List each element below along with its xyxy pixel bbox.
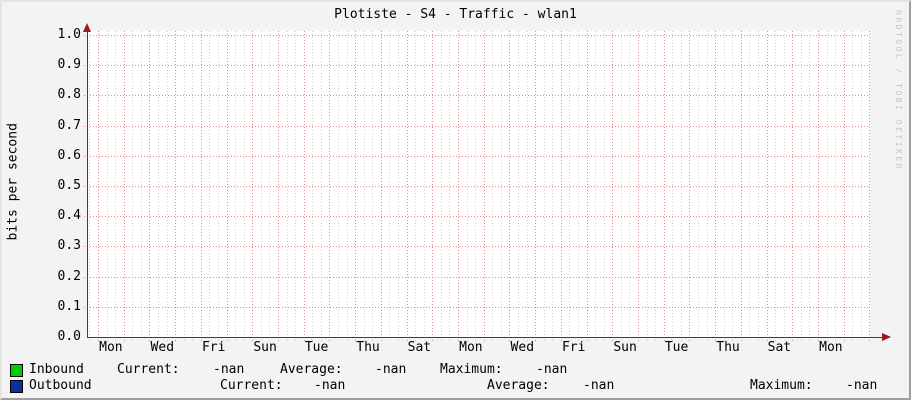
y-tick-label: 0.3: [57, 238, 81, 254]
y-axis-label: bits per second: [5, 123, 21, 241]
x-axis-line: [87, 337, 884, 338]
x-tick-label: Thu: [356, 340, 380, 355]
gridline-horizontal: [84, 186, 870, 187]
x-tick-label: Tue: [664, 340, 689, 355]
gridline-horizontal: [84, 216, 870, 218]
stat-value-current: -nan: [314, 378, 346, 393]
y-tick-label: 0.5: [57, 178, 81, 193]
y-axis-arrow-icon: [83, 23, 91, 32]
stat-value-average: -nan: [583, 378, 615, 393]
gridline-horizontal: [84, 246, 870, 248]
stat-label-current: Current:: [117, 362, 180, 377]
x-tick-label: Sat: [407, 340, 432, 355]
legend-label-inbound: Inbound: [29, 362, 84, 377]
y-axis-line: [87, 29, 88, 338]
legend-label-outbound: Outbound: [29, 378, 92, 393]
x-tick-label: Mon: [99, 340, 123, 355]
stat-label-maximum: Maximum:: [750, 378, 813, 393]
y-tick-label: 1.0: [57, 27, 81, 42]
y-tick-label: 0.1: [57, 298, 81, 314]
legend-swatch-inbound: [10, 364, 23, 377]
gridline-horizontal: [84, 125, 870, 127]
gridline-horizontal: [84, 95, 870, 97]
stat-label-maximum: Maximum:: [440, 362, 503, 377]
x-tick-label: Sat: [767, 340, 792, 355]
y-tick-label: 0.8: [57, 87, 81, 103]
rrdtool-traffic-graph: Plotiste - S4 - Traffic - wlan1 bits per…: [0, 0, 911, 400]
legend-swatch-outbound: [10, 380, 23, 393]
x-tick-label: Tue: [304, 340, 329, 355]
stat-label-average: Average:: [280, 362, 343, 377]
x-tick-label: Wed: [150, 340, 175, 355]
gridline-horizontal: [84, 306, 870, 308]
gridline-horizontal: [84, 155, 870, 157]
stat-value-maximum: -nan: [846, 378, 878, 393]
stat-value-current: -nan: [213, 362, 245, 377]
y-tick-label: 0.0: [57, 329, 81, 344]
rrdtool-watermark: RRDTOOL / TOBI OETIKER: [894, 10, 903, 171]
x-tick-label: Mon: [459, 340, 483, 355]
stat-label-average: Average:: [487, 378, 550, 393]
grid-layer: [84, 31, 873, 341]
y-tick-label: 0.4: [57, 208, 81, 224]
x-tick-label: Wed: [510, 340, 535, 355]
gridline-horizontal: [84, 276, 870, 278]
gridline-horizontal: [84, 65, 870, 67]
y-tick-label: 0.9: [57, 57, 81, 73]
x-tick-label: Fri: [201, 340, 226, 355]
x-tick-label: Mon: [819, 340, 843, 355]
x-tick-label: Fri: [561, 340, 586, 355]
x-tick-label: Thu: [716, 340, 740, 355]
x-tick-label: Sun: [253, 340, 277, 355]
x-tick-label: Sun: [613, 340, 637, 355]
y-tick-label: 0.7: [57, 117, 81, 133]
stat-value-average: -nan: [375, 362, 407, 377]
stat-label-current: Current:: [220, 378, 283, 393]
gridline-horizontal: [84, 35, 870, 36]
y-tick-label: 0.2: [57, 268, 81, 284]
x-axis-arrow-icon: [882, 333, 891, 341]
stat-value-maximum: -nan: [536, 362, 568, 377]
y-tick-label: 0.6: [57, 147, 81, 163]
chart-title: Plotiste - S4 - Traffic - wlan1: [334, 7, 577, 22]
